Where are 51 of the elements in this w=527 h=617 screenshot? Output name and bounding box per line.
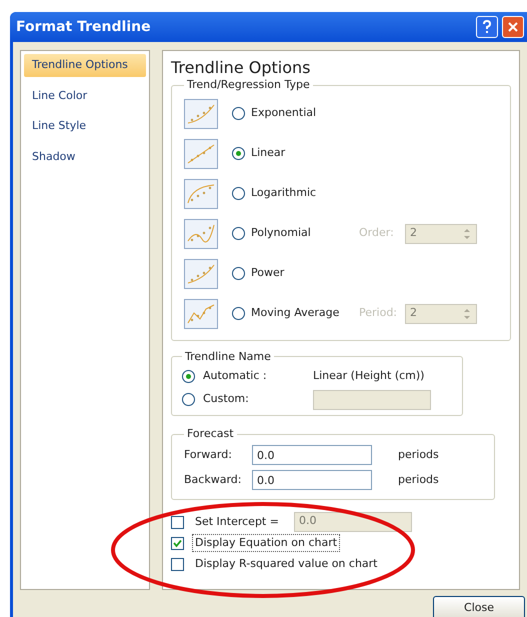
radio-button[interactable] [232,147,245,160]
sidebar-item[interactable]: Line Color [24,84,146,107]
checkbox-label: Set Intercept = [194,514,280,530]
radio-button[interactable] [232,267,245,280]
trendline-chart-icon [184,298,218,328]
window-title: Format Trendline [16,18,152,36]
param-label: Period: [359,305,398,322]
option-label: Power [251,265,286,282]
group-legend: Trend/Regression Type [184,77,313,94]
help-icon [482,20,492,34]
trendline-chart-icon [184,178,218,208]
option-label: Moving Average [251,305,340,322]
trendline-chart-icon [184,98,218,128]
sidebar-item[interactable]: Trendline Options [24,54,146,76]
option-label: Polynomial [251,225,312,242]
close-button[interactable] [502,16,524,38]
option-label: Exponential [251,105,318,122]
number-field[interactable]: 0.0 [252,470,372,490]
field-label: Forward: [184,446,233,463]
trendline-chart-icon [184,138,218,168]
dialog-button[interactable]: Close [433,596,525,617]
option-label: Custom: [203,391,250,408]
sidebar-item[interactable]: Shadow [24,146,146,168]
radio-button[interactable] [232,307,245,320]
radio-button[interactable] [182,370,195,383]
checkbox[interactable] [171,536,184,550]
option-label: Logarithmic [251,185,318,202]
group-legend: Forecast [184,426,237,442]
trendline-chart-icon [184,218,218,248]
radio-button[interactable] [182,393,195,406]
close-icon [507,21,519,33]
checkbox-label: Display R-squared value on chart [194,556,378,572]
custom-name-field[interactable] [313,390,431,410]
radio-button[interactable] [232,227,245,240]
radio-button[interactable] [232,107,245,120]
group-legend: Trendline Name [182,348,274,365]
unit-label: periods [398,446,439,463]
number-field[interactable]: 0.0 [252,445,372,465]
help-button[interactable] [476,16,498,38]
checkbox-label: Display Equation on chart [192,534,340,552]
field-label: Backward: [184,472,242,488]
checkbox[interactable] [171,558,184,570]
param-label: Order: [359,225,395,242]
radio-button[interactable] [232,187,245,200]
panel-title: Trendline Options [171,57,312,79]
name-value: Linear (Height (cm)) [313,368,424,384]
unit-label: periods [398,472,439,488]
sidebar-item[interactable]: Line Style [24,115,146,138]
option-label: Linear [251,145,286,162]
option-label: Automatic : [203,368,268,384]
trendline-chart-icon [184,258,218,288]
